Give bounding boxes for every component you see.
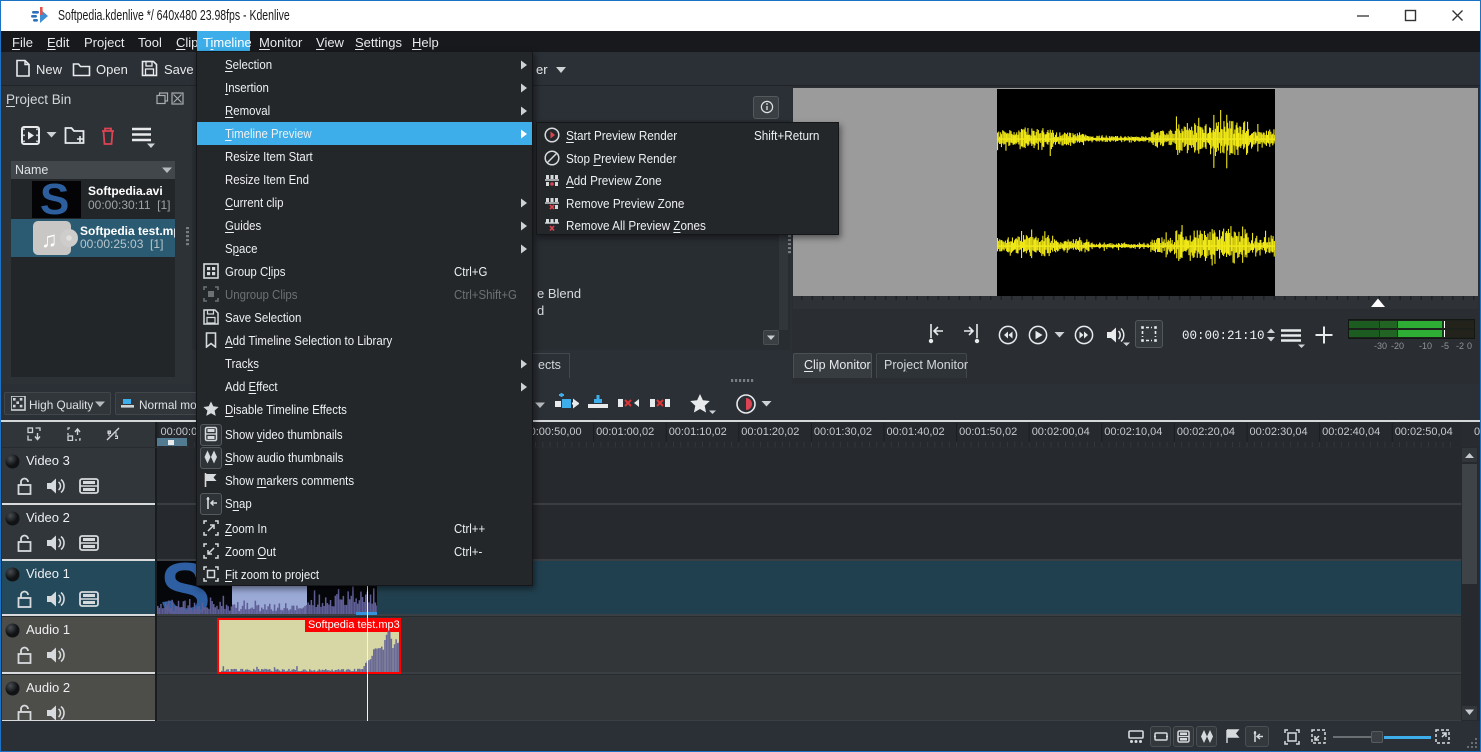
svg-text:♫: ♫ <box>41 227 58 252</box>
